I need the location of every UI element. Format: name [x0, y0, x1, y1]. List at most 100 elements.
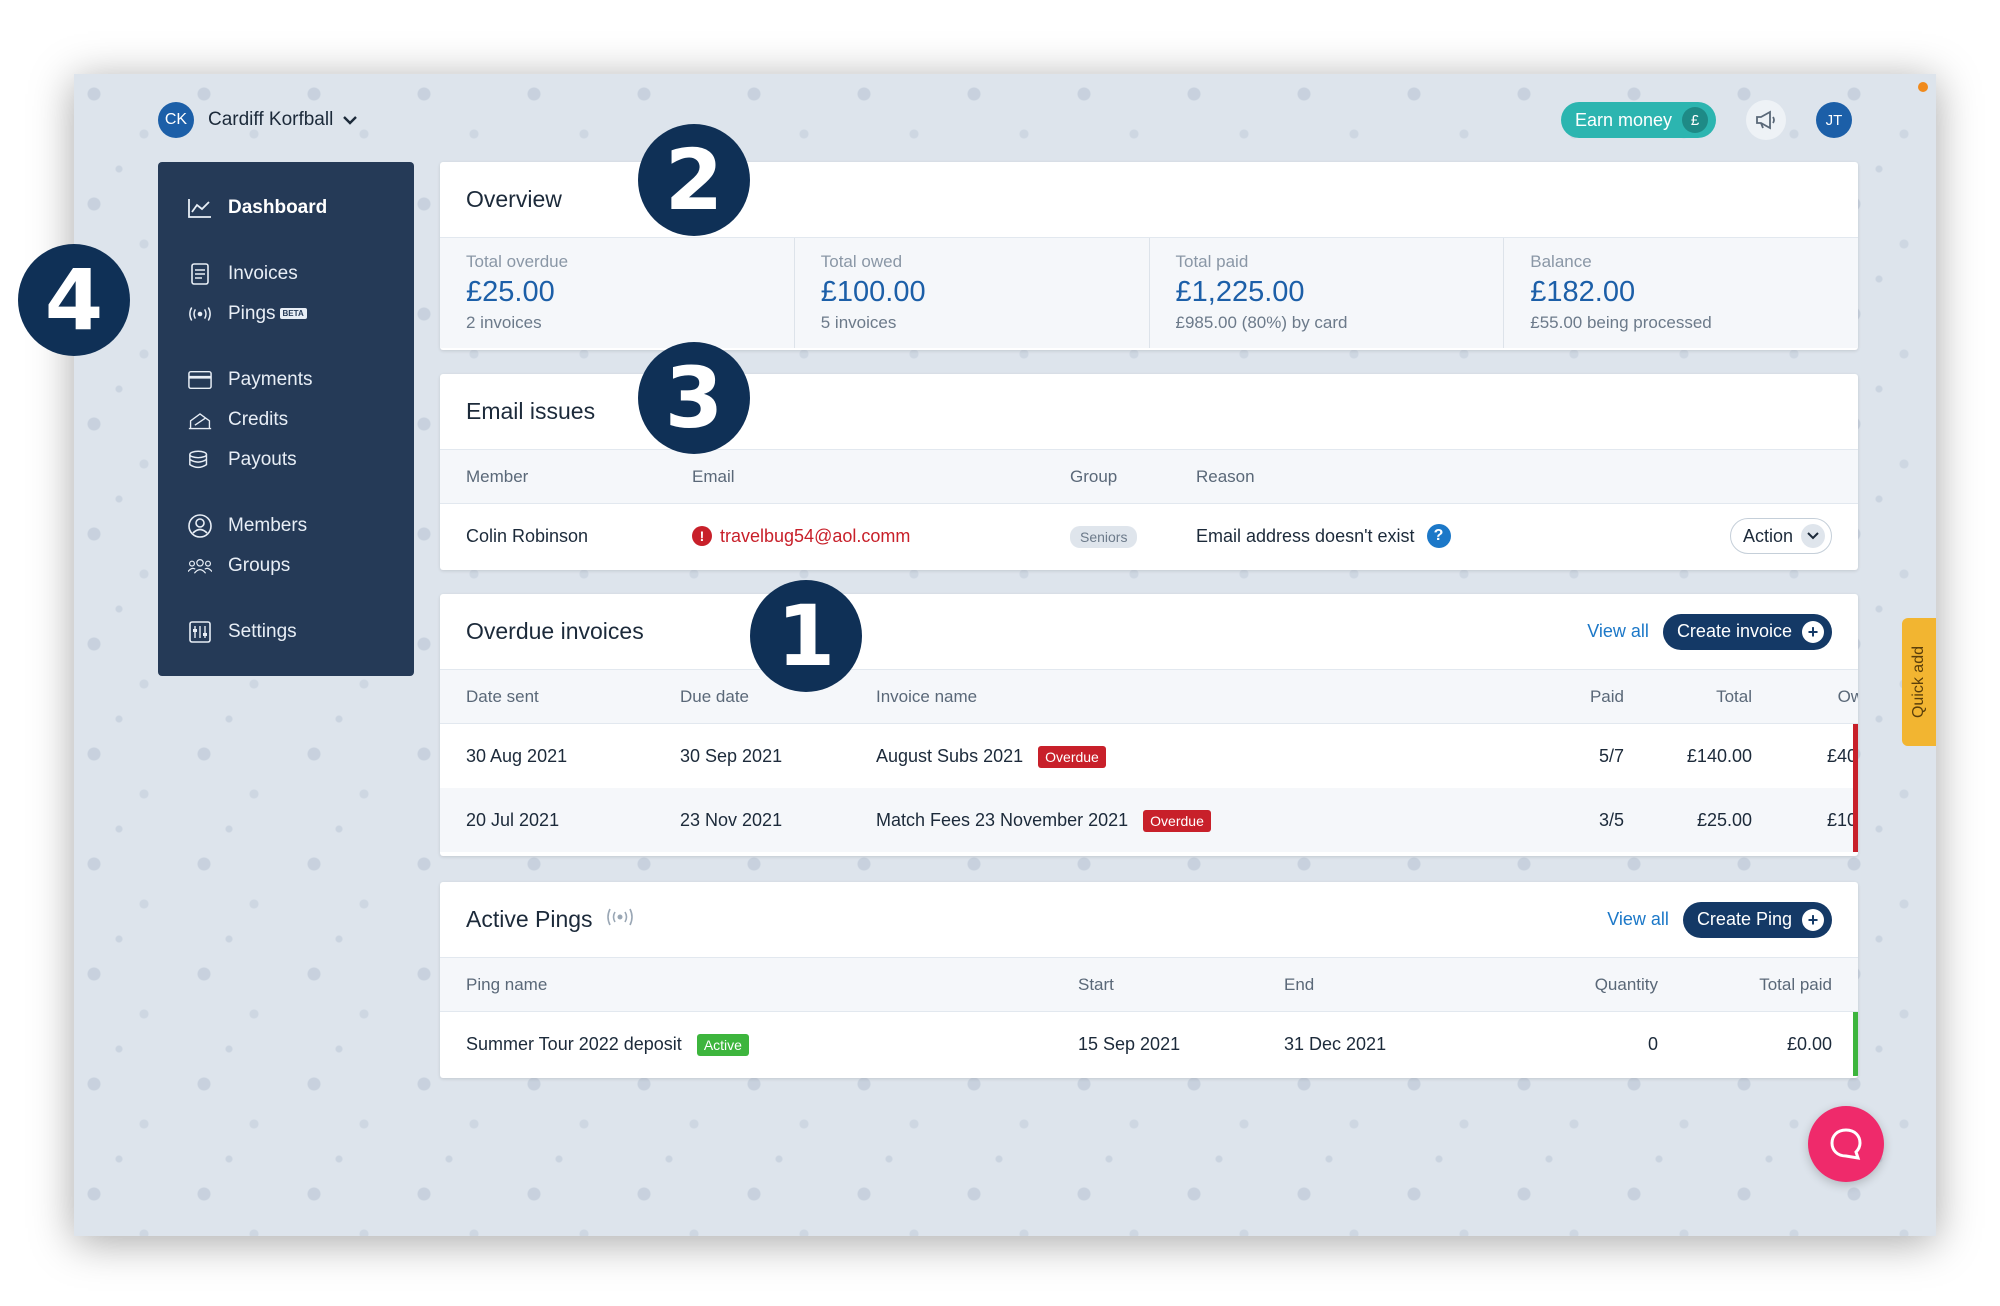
sidebar-item-label: Payments: [228, 369, 313, 390]
org-name: Cardiff Korfball: [208, 109, 334, 130]
beta-badge: BETA: [279, 308, 307, 320]
active-pings-header: Active Pings View all Create Ping +: [440, 882, 1858, 958]
sidebar-item-label: Settings: [228, 621, 297, 642]
ping-start: 15 Sep 2021: [1078, 1033, 1181, 1054]
overdue-invoices-header: Overdue invoices View all Create invoice…: [440, 594, 1858, 670]
overdue-indicator: [1853, 724, 1858, 788]
sidebar: Dashboard Invoices Pings BETA Payments Cr…: [158, 162, 414, 676]
sidebar-item-label: Credits: [228, 409, 289, 430]
settings-icon: [188, 620, 212, 644]
earn-money-button[interactable]: Earn money £: [1560, 102, 1716, 138]
view-all-pings-link[interactable]: View all: [1607, 909, 1669, 930]
user-avatar[interactable]: JT: [1816, 102, 1852, 138]
status-badge: Active: [696, 1033, 749, 1056]
sidebar-item-payments[interactable]: Payments: [158, 360, 414, 400]
sidebar-item-invoices[interactable]: Invoices: [158, 254, 414, 294]
group-icon: [188, 554, 212, 578]
overview-stats: Total overdue £25.00 2 invoices Total ow…: [440, 238, 1858, 348]
due-date: 23 Nov 2021: [680, 809, 783, 830]
stat-balance[interactable]: Balance £182.00 £55.00 being processed: [1504, 238, 1858, 348]
status-badge: Overdue: [1038, 745, 1106, 768]
chat-icon: [1830, 1128, 1862, 1160]
column-header: Member: [466, 466, 529, 486]
column-header: Paid: [1589, 686, 1624, 706]
ping-end: 31 Dec 2021: [1284, 1033, 1387, 1054]
ping-name: Summer Tour 2022 deposit: [466, 1033, 682, 1054]
paid-count: 5/7: [1598, 745, 1624, 766]
overdue-invoices-card: Overdue invoices View all Create invoice…: [440, 594, 1858, 856]
column-header: Email: [692, 466, 735, 486]
invoice-name-cell: August Subs 2021 Overdue: [876, 745, 1496, 768]
sidebar-item-settings[interactable]: Settings: [158, 612, 414, 652]
org-switcher[interactable]: CK Cardiff Korfball: [158, 102, 358, 138]
sidebar-item-pings[interactable]: Pings BETA: [158, 294, 414, 334]
owed-amount: £40.00: [1826, 745, 1858, 766]
stat-total-paid[interactable]: Total paid £1,225.00 £985.00 (80%) by ca…: [1150, 238, 1505, 348]
callout-badge: 2: [638, 124, 750, 236]
stat-label: Total paid: [1175, 252, 1249, 271]
person-icon: [188, 514, 212, 538]
due-date: 30 Sep 2021: [680, 745, 783, 766]
overdue-indicator: [1853, 788, 1858, 852]
callout-badge: 1: [750, 580, 862, 692]
megaphone-icon[interactable]: [1746, 100, 1786, 140]
callout-badge: 3: [638, 342, 750, 454]
pound-icon: £: [1682, 107, 1708, 133]
ping-total-paid: £0.00: [1786, 1033, 1832, 1054]
table-header: Member Email Group Reason: [440, 450, 1858, 504]
stat-total-overdue[interactable]: Total overdue £25.00 2 invoices: [440, 238, 795, 348]
email-issues-title: Email issues: [466, 398, 596, 424]
sidebar-item-dashboard[interactable]: Dashboard: [158, 188, 414, 228]
column-header: Group: [1070, 466, 1118, 486]
app-window: CK Cardiff Korfball Earn money £ JT Dash…: [74, 74, 1936, 1236]
sidebar-item-payouts[interactable]: Payouts: [158, 440, 414, 480]
create-invoice-button[interactable]: Create invoice +: [1662, 613, 1832, 650]
invoice-name: Match Fees 23 November 2021: [876, 809, 1129, 830]
create-ping-button[interactable]: Create Ping +: [1682, 901, 1832, 938]
ping-icon: [188, 302, 212, 326]
invoice-icon: [188, 262, 212, 286]
column-header: Ping name: [466, 974, 548, 994]
table-row[interactable]: Summer Tour 2022 deposit Active 15 Sep 2…: [440, 1012, 1858, 1076]
column-header: Invoice name: [876, 686, 978, 706]
stat-sub: 2 invoices: [466, 313, 542, 332]
table-row[interactable]: 20 Jul 2021 23 Nov 2021 Match Fees 23 No…: [440, 788, 1858, 852]
quick-add-label: Quick add: [1910, 645, 1927, 719]
stat-value: £182.00: [1530, 276, 1636, 308]
create-ping-label: Create Ping: [1696, 909, 1792, 929]
card-icon: [188, 368, 212, 392]
view-all-invoices-link[interactable]: View all: [1587, 621, 1649, 642]
invoice-name: August Subs 2021: [876, 745, 1024, 766]
paid-count: 3/5: [1598, 809, 1624, 830]
quick-add-tab[interactable]: Quick add: [1902, 618, 1936, 746]
stat-total-owed[interactable]: Total owed £100.00 5 invoices: [795, 238, 1150, 348]
table-row[interactable]: 30 Aug 2021 30 Sep 2021 August Subs 2021…: [440, 724, 1858, 788]
sidebar-item-label: Pings BETA: [228, 303, 307, 325]
sidebar-item-groups[interactable]: Groups: [158, 546, 414, 586]
chevron-down-icon: [1801, 524, 1825, 548]
column-header: Reason: [1196, 466, 1255, 486]
column-header: Total: [1716, 686, 1752, 706]
error-icon: !: [692, 526, 712, 546]
column-header: End: [1284, 974, 1315, 994]
column-header: Date sent: [466, 686, 539, 706]
top-right-actions: Earn money £ JT: [1560, 100, 1852, 140]
action-dropdown[interactable]: Action: [1729, 518, 1832, 554]
coins-icon: [188, 448, 212, 472]
earn-money-label: Earn money: [1574, 109, 1672, 130]
sidebar-item-credits[interactable]: Credits: [158, 400, 414, 440]
chat-button[interactable]: [1808, 1106, 1884, 1182]
sidebar-item-label: Dashboard: [228, 197, 328, 218]
active-indicator: [1853, 1012, 1858, 1076]
overdue-invoices-title: Overdue invoices: [466, 618, 644, 644]
column-header: Due date: [680, 686, 749, 706]
overview-title: Overview: [466, 186, 562, 212]
sidebar-item-members[interactable]: Members: [158, 506, 414, 546]
column-header: Quantity: [1594, 974, 1658, 994]
callout-badge: 4: [18, 244, 130, 356]
pings-label: Pings: [228, 303, 276, 324]
help-icon[interactable]: ?: [1426, 524, 1451, 548]
ping-quantity: 0: [1647, 1033, 1658, 1054]
column-header: Owed: [1837, 686, 1858, 706]
active-pings-card: Active Pings View all Create Ping + Ping…: [440, 882, 1858, 1078]
